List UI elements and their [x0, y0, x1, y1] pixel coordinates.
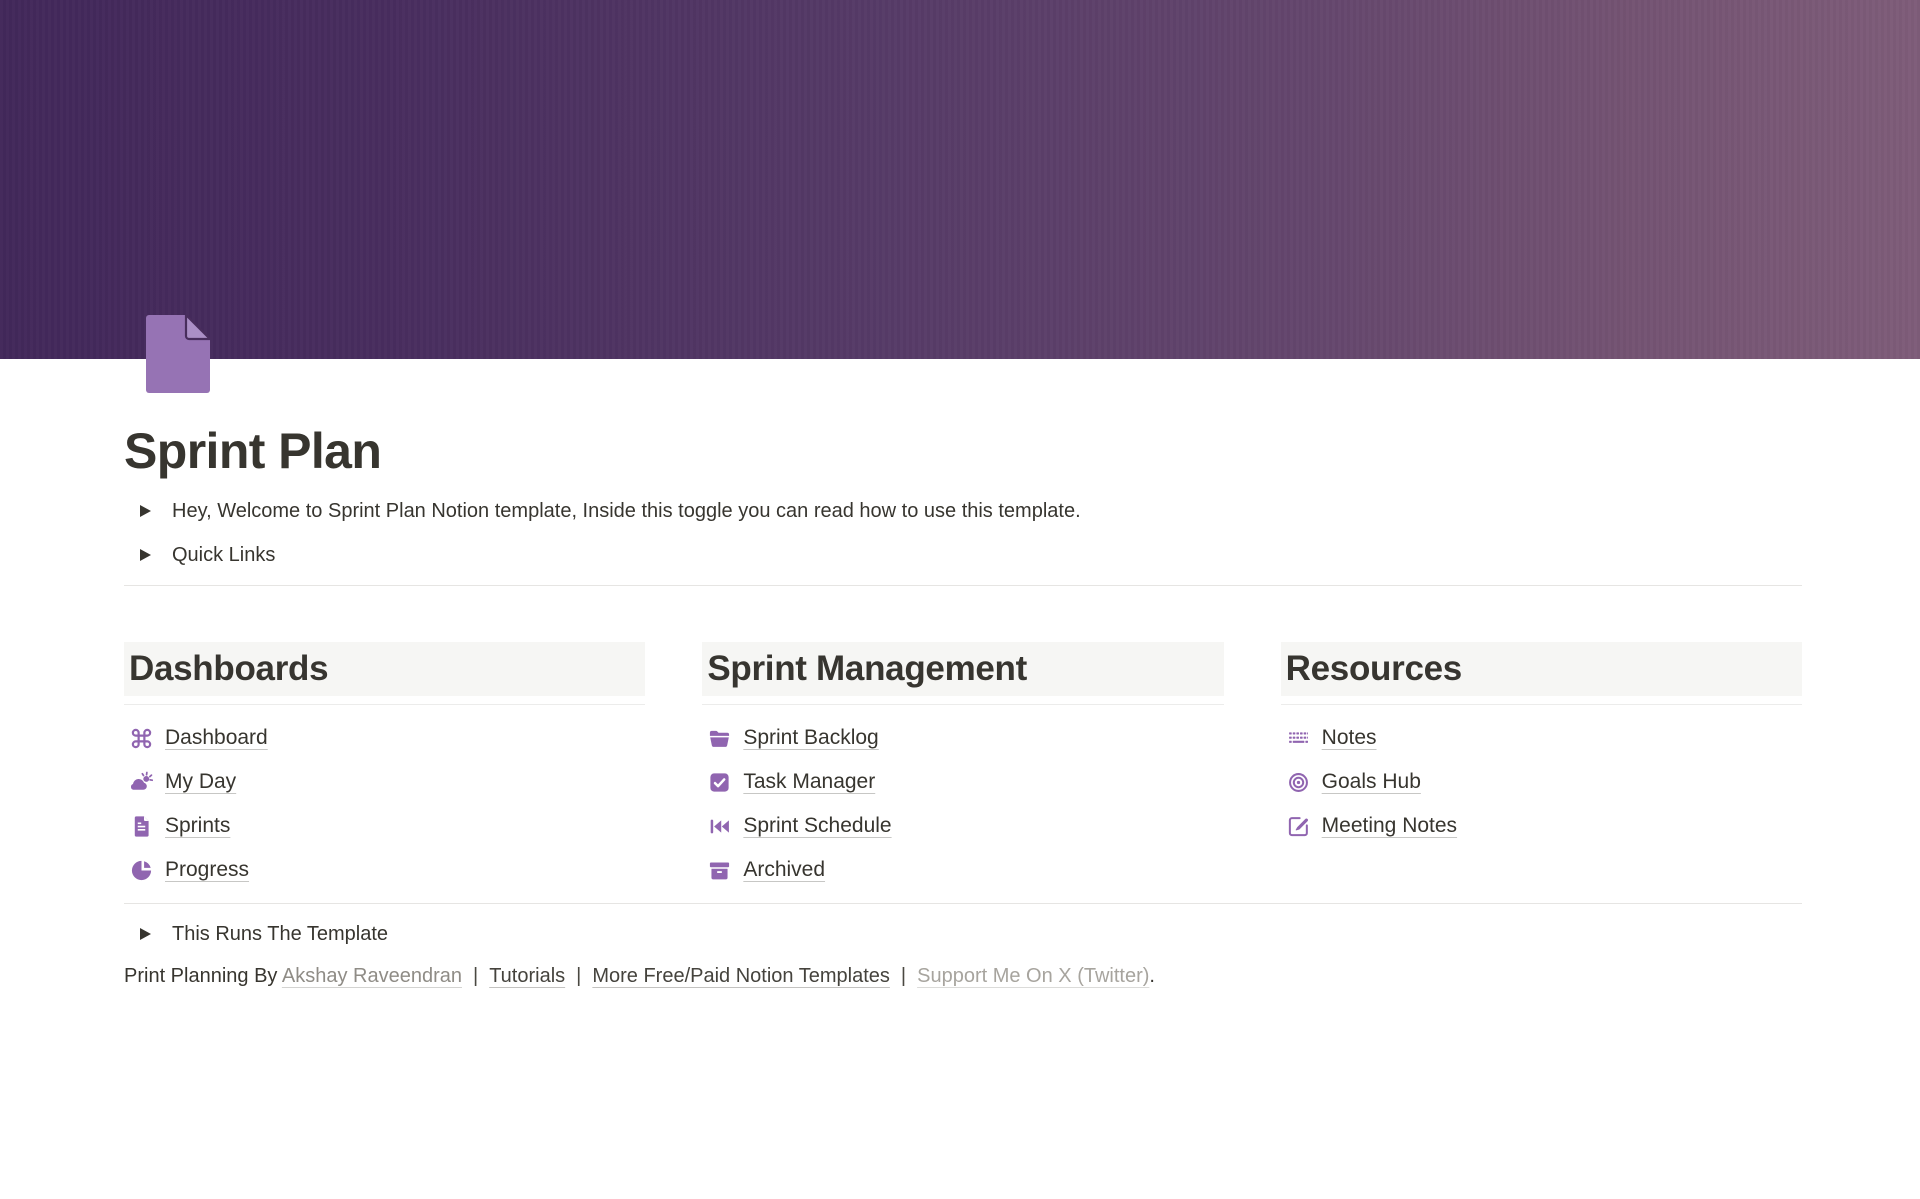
- column-divider: [124, 704, 645, 705]
- toggle-welcome-label: Hey, Welcome to Sprint Plan Notion templ…: [172, 500, 1081, 523]
- link-item-label: My Day: [165, 770, 236, 794]
- footer-link-support-me-on-x-twitter[interactable]: Support Me On X (Twitter): [917, 965, 1149, 987]
- archive-icon: [708, 859, 731, 882]
- link-item-sprint-schedule[interactable]: Sprint Schedule: [702, 804, 1223, 848]
- keyboard-icon: [1287, 727, 1310, 750]
- footer-link-tutorials[interactable]: Tutorials: [489, 965, 565, 987]
- sun-cloud-icon: [130, 771, 153, 794]
- link-item-progress[interactable]: Progress: [124, 848, 645, 892]
- footer-separator: |: [576, 965, 581, 987]
- cover-image: [0, 0, 1920, 359]
- file-text-icon: [130, 815, 153, 838]
- cover-gradient-texture: [0, 0, 1920, 359]
- link-item-label: Goals Hub: [1322, 770, 1421, 794]
- footer-credits: Print Planning By Akshay Raveendran | Tuto…: [124, 956, 1802, 996]
- toggle-list: Hey, Welcome to Sprint Plan Notion templ…: [124, 489, 1802, 577]
- column-link-list: Sprint Backlog Task Manager Sprint Schedul…: [702, 716, 1223, 892]
- column-link-list: Dashboard My Day Sprints Progress: [124, 716, 645, 892]
- divider: [124, 585, 1802, 586]
- link-item-meeting-notes[interactable]: Meeting Notes: [1281, 804, 1802, 848]
- folder-open-icon: [708, 727, 731, 750]
- toggle-quick-links-label: Quick Links: [172, 544, 275, 567]
- footer-link-more-free-paid-notion-templates[interactable]: More Free/Paid Notion Templates: [592, 965, 890, 987]
- pencil-square-icon: [1287, 815, 1310, 838]
- column-title: Resources: [1286, 649, 1462, 688]
- toggle-triangle-icon[interactable]: [140, 549, 151, 561]
- target-icon: [1287, 771, 1310, 794]
- link-item-task-manager[interactable]: Task Manager: [702, 760, 1223, 804]
- toggle-triangle-icon[interactable]: [140, 928, 151, 940]
- link-item-label: Archived: [743, 858, 825, 882]
- link-item-label: Sprint Schedule: [743, 814, 891, 838]
- link-item-archived[interactable]: Archived: [702, 848, 1223, 892]
- column-divider: [1281, 704, 1802, 705]
- checkbox-icon: [708, 771, 731, 794]
- link-item-label: Progress: [165, 858, 249, 882]
- link-item-notes[interactable]: Notes: [1281, 716, 1802, 760]
- column-title: Dashboards: [129, 649, 328, 688]
- footer-separator: |: [473, 965, 478, 987]
- column-link-list: Notes Goals Hub Meeting Notes: [1281, 716, 1802, 848]
- link-item-label: Task Manager: [743, 770, 875, 794]
- toggle-quick-links[interactable]: Quick Links: [124, 533, 1802, 577]
- command-icon: [130, 727, 153, 750]
- link-item-label: Sprints: [165, 814, 230, 838]
- toggle-this-runs-the-template[interactable]: This Runs The Template: [124, 912, 1802, 956]
- link-item-label: Notes: [1322, 726, 1377, 750]
- footer-separator: |: [901, 965, 906, 987]
- footer-text: .: [1149, 965, 1155, 987]
- toggle-triangle-icon[interactable]: [140, 505, 151, 517]
- column-title: Sprint Management: [707, 649, 1027, 688]
- link-item-dashboard[interactable]: Dashboard: [124, 716, 645, 760]
- column-sprint-management: Sprint Management Sprint Backlog Task Man…: [702, 642, 1223, 892]
- page-icon[interactable]: [146, 315, 210, 393]
- divider: [124, 903, 1802, 904]
- column-header: Dashboards: [124, 642, 645, 696]
- link-item-sprint-backlog[interactable]: Sprint Backlog: [702, 716, 1223, 760]
- page-content: Sprint Plan Hey, Welcome to Sprint Plan …: [0, 421, 1920, 996]
- link-item-label: Sprint Backlog: [743, 726, 878, 750]
- page-title: Sprint Plan: [124, 421, 1802, 481]
- bottom-toggle-label: This Runs The Template: [172, 923, 388, 946]
- link-item-label: Meeting Notes: [1322, 814, 1457, 838]
- footer-text: Print Planning By: [124, 965, 282, 987]
- column-divider: [702, 704, 1223, 705]
- column-header: Resources: [1281, 642, 1802, 696]
- bottom-toggle-wrap: This Runs The Template: [124, 912, 1802, 956]
- column-header: Sprint Management: [702, 642, 1223, 696]
- footer-link-akshay-raveendran[interactable]: Akshay Raveendran: [282, 965, 462, 987]
- column-resources: Resources Notes Goals Hub Meeting Notes: [1281, 642, 1802, 892]
- column-dashboards: Dashboards Dashboard My Day Sprints Progres…: [124, 642, 645, 892]
- link-item-goals-hub[interactable]: Goals Hub: [1281, 760, 1802, 804]
- toggle-welcome[interactable]: Hey, Welcome to Sprint Plan Notion templ…: [124, 489, 1802, 533]
- pie-chart-icon: [130, 859, 153, 882]
- columns-row: Dashboards Dashboard My Day Sprints Progres…: [124, 642, 1802, 892]
- link-item-label: Dashboard: [165, 726, 268, 750]
- link-item-my-day[interactable]: My Day: [124, 760, 645, 804]
- link-item-sprints[interactable]: Sprints: [124, 804, 645, 848]
- rewind-icon: [708, 815, 731, 838]
